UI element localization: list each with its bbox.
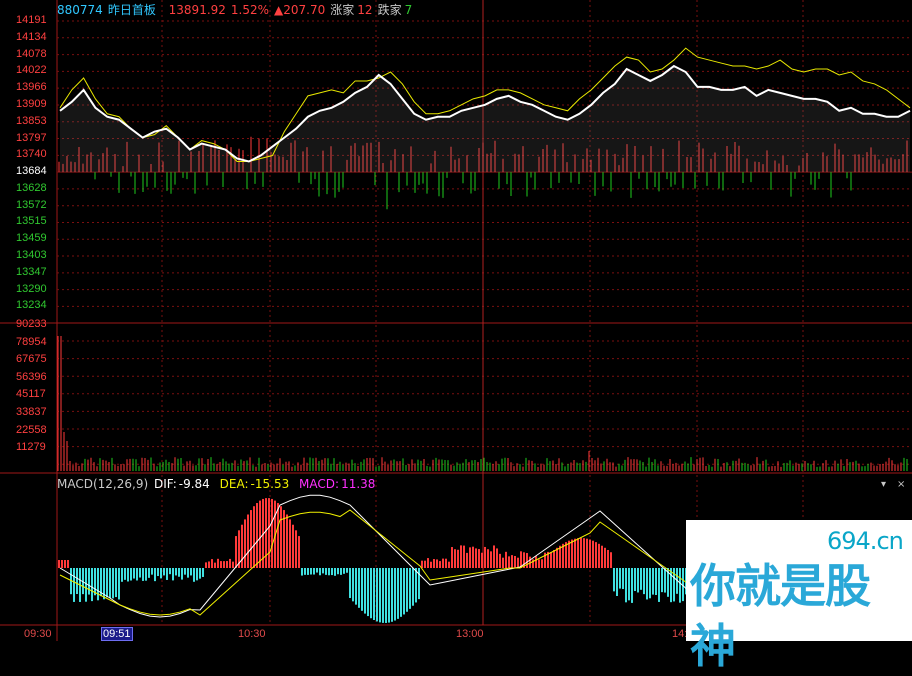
cursor-time-box: 09:51 (101, 627, 133, 641)
price-tick-label: 13966 (16, 81, 47, 94)
price-tick-label: 13347 (16, 265, 47, 278)
volume-tick-label: 67675 (16, 353, 47, 366)
chevron-down-icon[interactable]: ▾ (881, 479, 886, 491)
price-tick-label: 13459 (16, 232, 47, 245)
dea-label: DEA: (219, 477, 249, 491)
price-tick-label: 13740 (16, 148, 47, 161)
time-label-1030: 10:30 (238, 628, 266, 640)
chart-header: 880774 昨日首板 13891.92 1.52% ▲207.70 涨家 12 跌家 7 (57, 2, 417, 18)
price-tick-label: 13909 (16, 97, 47, 110)
change-percent: 1.52% (230, 3, 270, 17)
price-tick-label: 13403 (16, 249, 47, 262)
price-tick-label: 13234 (16, 299, 47, 312)
price-tick-label: 14022 (16, 64, 47, 77)
price-tick-label: 13628 (16, 181, 47, 194)
price-tick-label: 14134 (16, 30, 47, 43)
volume-tick-label: 22558 (16, 423, 47, 436)
price-tick-label: 14191 (16, 14, 47, 26)
up-count: 12 (357, 3, 373, 17)
volume-tick-label: 56396 (16, 370, 47, 383)
macd-label: MACD: (299, 477, 340, 491)
dif-label: DIF: (153, 477, 177, 491)
time-label-1300: 13:00 (456, 628, 484, 640)
volume-tick-label: 11279 (16, 441, 46, 454)
volume-tick-label: 78954 (16, 335, 47, 348)
index-code: 880774 (57, 3, 103, 17)
price-tick-label: 13290 (16, 282, 47, 295)
price-tick-label: 13515 (16, 215, 47, 228)
price-tick-label: 13853 (16, 114, 47, 127)
watermark-domain: 694.cn (827, 527, 904, 555)
macd-value: 11.38 (341, 477, 376, 491)
dif-value: -9.84 (178, 477, 210, 491)
close-icon[interactable]: × (897, 479, 905, 491)
dea-value: -15.53 (250, 477, 290, 491)
change-value: ▲207.70 (274, 3, 326, 17)
down-label: 跌家 (377, 3, 402, 17)
price-tick-label: 13572 (16, 198, 47, 211)
volume-tick-label: 33837 (16, 406, 47, 418)
price-tick-label: 13684 (16, 165, 47, 178)
time-label-0930: 09:30 (24, 628, 52, 640)
watermark-logo-text: 你就是股神 (690, 559, 871, 673)
volume-tick-label: 45117 (16, 388, 46, 401)
time-label-14: 14: (672, 628, 688, 640)
index-name[interactable]: 昨日首板 (108, 3, 156, 17)
current-price: 13891.92 (168, 3, 226, 17)
price-tick-label: 13797 (16, 131, 47, 144)
price-area-fill (60, 66, 910, 173)
up-label: 涨家 (330, 3, 355, 17)
volume-tick-label: 90233 (16, 318, 47, 330)
macd-title[interactable]: MACD(12,26,9) (57, 477, 148, 491)
macd-header: MACD(12,26,9) DIF: -9.84 DEA: -15.53 MACD:… (57, 477, 377, 491)
price-tick-label: 14078 (16, 47, 47, 60)
down-count: 7 (404, 3, 413, 17)
